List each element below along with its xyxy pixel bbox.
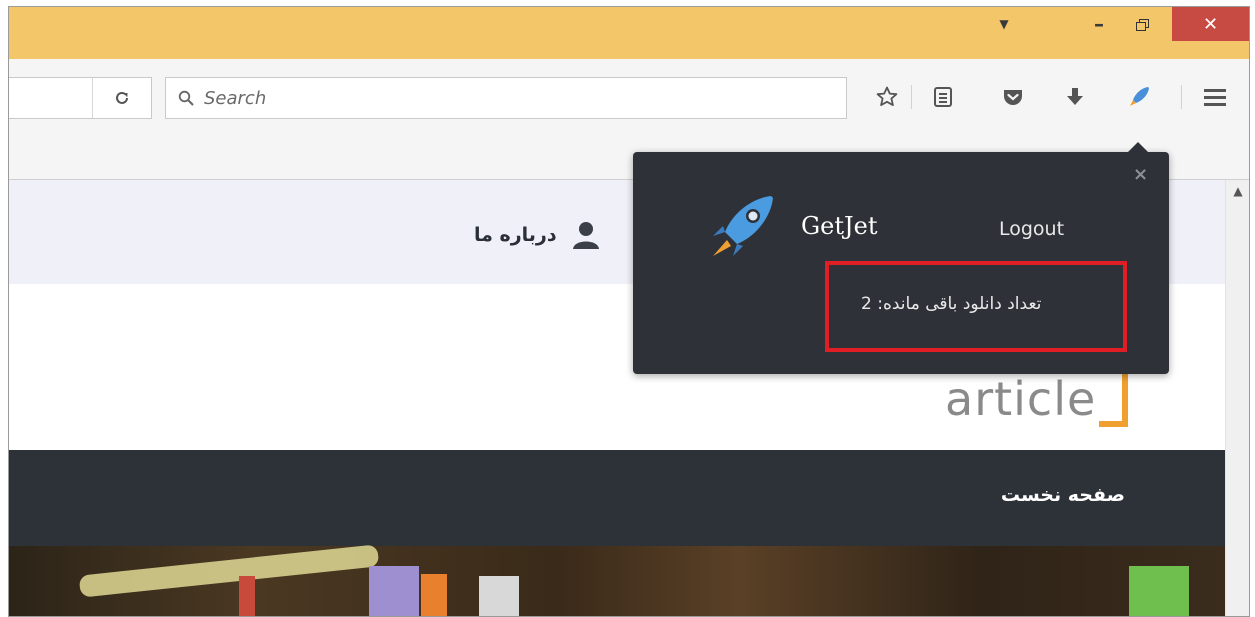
tab-list-arrow-icon[interactable]: ▼ [984,7,1024,41]
title-bar: ▼ – ✕ [9,7,1249,59]
site-main-menu: صفحه نخست [9,450,1225,546]
close-icon: ✕ [1202,13,1219,35]
logo-text: article [945,372,1097,426]
home-link[interactable]: صفحه نخست [1001,484,1125,506]
about-us-link[interactable]: درباره ما [474,220,601,250]
minimize-icon[interactable]: – [1079,7,1119,41]
getjet-popup: × GetJet Logout تعداد دانلود باقی مانده:… [633,142,1169,374]
user-icon [572,222,599,249]
reload-icon [116,91,128,104]
getjet-rocket-icon [1130,87,1149,106]
url-bar[interactable] [9,77,152,119]
pocket-button[interactable] [995,79,1031,115]
toolbar-separator [1181,85,1182,109]
getjet-brand: GetJet [801,212,878,240]
getjet-extension-button[interactable] [1121,79,1157,115]
highlight-box [825,261,1127,352]
reload-button[interactable] [92,78,151,118]
toolbar-separator [911,85,912,109]
close-icon: × [1133,164,1149,185]
about-us-label: درباره ما [474,224,557,246]
download-button[interactable] [1057,79,1093,115]
restore-icon[interactable] [1122,7,1162,41]
download-icon [1067,88,1083,105]
search-bar[interactable] [165,77,847,119]
page-scrollbar[interactable]: ▲ [1225,180,1249,616]
scroll-up-icon[interactable]: ▲ [1226,184,1249,198]
menu-icon [1204,89,1226,106]
reading-list-button[interactable] [925,79,961,115]
star-icon [876,86,898,106]
pocket-icon [1004,90,1022,105]
banner-image [9,544,1225,616]
bookmark-star-button[interactable] [869,79,905,115]
popup-close-button[interactable]: × [1133,164,1148,185]
close-window-button[interactable]: ✕ [1172,7,1249,41]
browser-window: ▼ – ✕ Search درباره ما article صفحه نخست… [8,6,1250,617]
site-logo[interactable]: article [945,358,1128,427]
reading-list-icon [934,87,952,107]
logout-button[interactable]: Logout [999,218,1064,240]
search-icon [178,90,194,106]
search-input[interactable] [202,86,806,110]
getjet-logo-rocket-icon [713,196,773,256]
popup-arrow [1128,142,1148,152]
menu-button[interactable] [1197,79,1233,115]
